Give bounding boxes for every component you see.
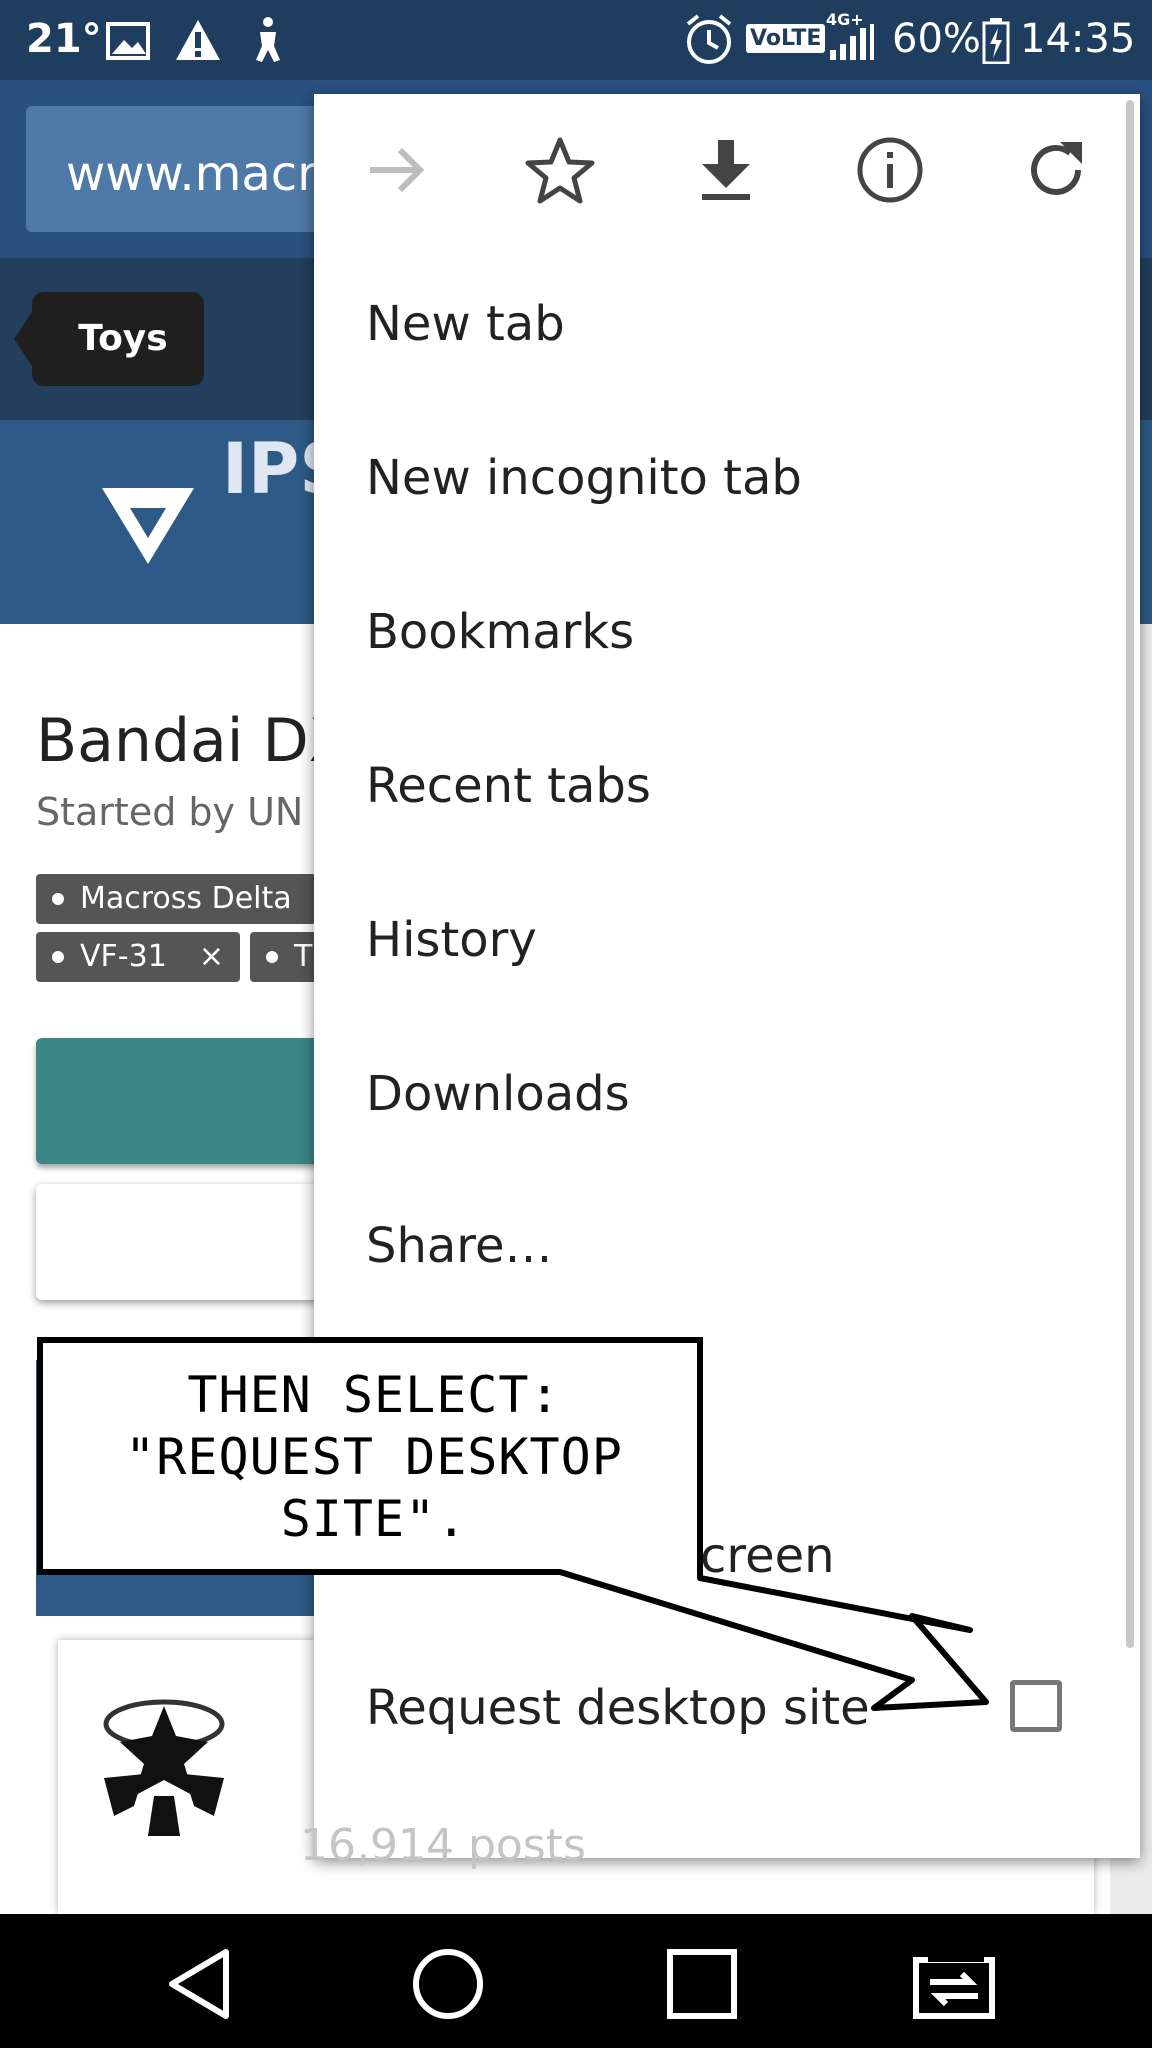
callout-line-1: THEN SELECT:: [187, 1366, 561, 1424]
breadcrumb-toys[interactable]: Toys: [14, 292, 204, 386]
battery-icon: [982, 18, 1010, 74]
faded-background-text: 16,914 posts: [300, 1820, 586, 1871]
menu-item-bookmarks[interactable]: Bookmarks: [366, 604, 634, 660]
signal-icon: [828, 24, 876, 72]
switch-app-icon[interactable]: [912, 1942, 996, 2026]
image-icon: [106, 22, 150, 70]
warning-icon: [174, 18, 222, 72]
callout-line-3: SITE".: [280, 1490, 468, 1548]
home-icon[interactable]: [406, 1942, 490, 2026]
battery-percent: 60%: [892, 16, 981, 62]
temperature: 21°: [26, 16, 102, 62]
recents-icon[interactable]: [660, 1942, 744, 2026]
alarm-icon: [684, 14, 734, 76]
topic-title: Bandai DX: [36, 706, 350, 776]
back-icon[interactable]: [160, 1942, 244, 2026]
forward-icon[interactable]: [360, 134, 432, 206]
url-text[interactable]: www.macr: [66, 146, 317, 202]
bookmark-star-icon[interactable]: [524, 134, 596, 206]
tag-vf-31[interactable]: VF-31 ×: [36, 932, 240, 982]
topic-author[interactable]: Started by UN S: [36, 790, 340, 834]
menu-item-recent-tabs[interactable]: Recent tabs: [366, 758, 651, 814]
menu-item-new-incognito-tab[interactable]: New incognito tab: [366, 450, 802, 506]
download-icon[interactable]: [690, 134, 762, 206]
clock: 14:35: [1020, 16, 1136, 62]
menu-item-history[interactable]: History: [366, 912, 537, 968]
menu-item-new-tab[interactable]: New tab: [366, 296, 565, 352]
volte-badge: VoLTE: [746, 24, 826, 53]
info-icon[interactable]: [854, 134, 926, 206]
refresh-icon[interactable]: [1020, 134, 1092, 206]
tag-label: VF-31: [80, 939, 167, 974]
tag-remove-icon[interactable]: ×: [199, 932, 224, 982]
tag-macross-delta[interactable]: Macross Delta: [36, 874, 316, 924]
accessibility-icon: [250, 16, 286, 74]
callout-text: THEN SELECT: "REQUEST DESKTOP SITE".: [44, 1364, 704, 1550]
menu-item-share[interactable]: Share…: [366, 1218, 553, 1274]
status-bar: 21° VoLTE 4G+ 60% 14:35: [0, 0, 1152, 80]
site-logo-icon[interactable]: [100, 478, 196, 570]
menu-item-downloads[interactable]: Downloads: [366, 1066, 630, 1122]
callout-line-2: "REQUEST DESKTOP: [125, 1428, 623, 1486]
